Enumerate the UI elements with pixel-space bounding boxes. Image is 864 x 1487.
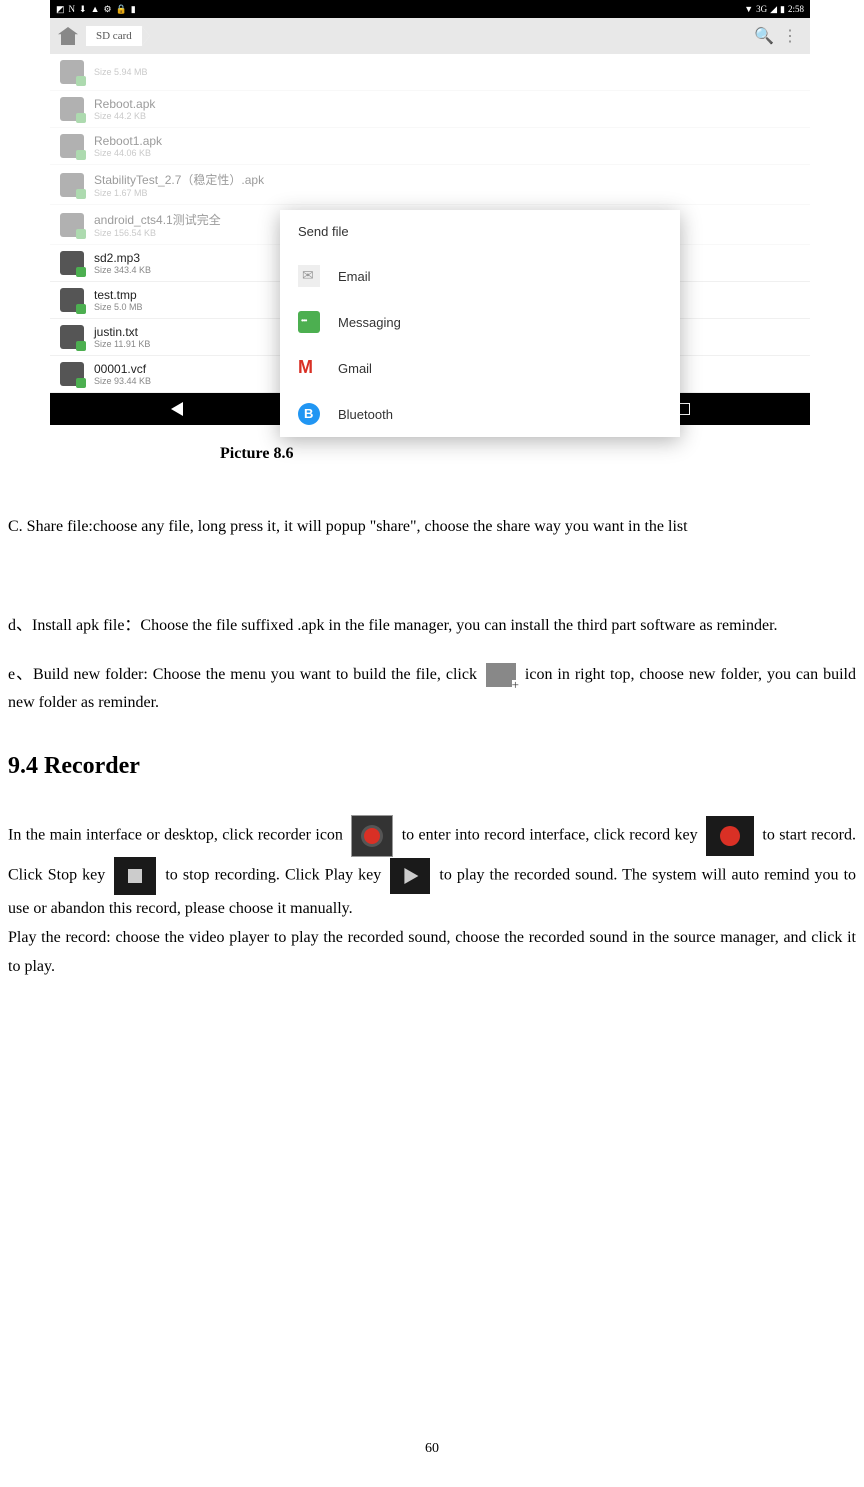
signal-icon: ◢	[770, 4, 777, 15]
paragraph-share-file: C. Share file:choose any file, long pres…	[8, 513, 856, 542]
folder-plus-icon	[486, 663, 516, 687]
file-icon	[60, 97, 84, 121]
app-toolbar: SD card 🔍 ⋮	[50, 18, 810, 54]
email-icon	[298, 265, 320, 287]
file-name: 00001.vcf	[94, 362, 151, 376]
file-size: Size 11.91 KB	[94, 339, 150, 349]
paragraph-install-apk: d、Install apk file：Choose the file suffi…	[8, 612, 856, 641]
status-icon: ⬇	[79, 4, 87, 15]
list-item[interactable]: Size 5.94 MB	[50, 54, 810, 91]
file-icon	[60, 288, 84, 312]
file-size: Size 44.2 KB	[94, 111, 155, 121]
status-icon: ▮	[131, 4, 136, 15]
share-option-bluetooth[interactable]: Bluetooth	[280, 391, 680, 437]
android-screenshot: ◩ N ⬇ ▲ ⚙ 🔒 ▮ ▼ 3G ◢ ▮ 2:58 SD card 🔍	[50, 0, 810, 425]
section-heading-recorder: 9.4 Recorder	[8, 753, 856, 780]
status-icon: ◩	[56, 4, 65, 15]
file-icon	[60, 251, 84, 275]
breadcrumb[interactable]: SD card	[86, 26, 150, 46]
status-bar: ◩ N ⬇ ▲ ⚙ 🔒 ▮ ▼ 3G ◢ ▮ 2:58	[50, 0, 810, 18]
wifi-icon: ▼	[744, 4, 753, 14]
status-icon: ⚙	[103, 4, 111, 15]
list-item[interactable]: Reboot.apk Size 44.2 KB	[50, 91, 810, 128]
option-label: Bluetooth	[338, 407, 393, 422]
clock: 2:58	[788, 4, 804, 14]
file-icon	[60, 60, 84, 84]
text-fragment: to stop recording. Click Play key	[165, 867, 386, 884]
paragraph-play-record: Play the record: choose the video player…	[8, 924, 856, 982]
figure-caption: Picture 8.6	[220, 445, 864, 463]
battery-icon: ▮	[780, 4, 785, 15]
status-icon: ▲	[91, 4, 100, 15]
back-button[interactable]	[171, 402, 183, 416]
file-size: Size 343.4 KB	[94, 265, 151, 275]
bluetooth-icon	[298, 403, 320, 425]
paragraph-build-folder: e、Build new folder: Choose the menu you …	[8, 661, 856, 719]
file-icon	[60, 325, 84, 349]
file-size: Size 5.0 MB	[94, 302, 143, 312]
paragraph-recorder-instructions: In the main interface or desktop, click …	[8, 815, 856, 924]
text-fragment: to enter into record interface, click re…	[402, 827, 702, 844]
file-size: Size 156.54 KB	[94, 228, 221, 238]
file-name: Reboot.apk	[94, 97, 155, 111]
share-option-email[interactable]: Email	[280, 253, 680, 299]
file-icon	[60, 213, 84, 237]
network-label: 3G	[756, 4, 767, 14]
file-icon	[60, 134, 84, 158]
file-name: Reboot1.apk	[94, 134, 162, 148]
recorder-app-icon	[351, 815, 393, 857]
file-name: sd2.mp3	[94, 251, 151, 265]
status-icon: N	[69, 4, 76, 15]
share-option-messaging[interactable]: Messaging	[280, 299, 680, 345]
file-icon	[60, 362, 84, 386]
gmail-icon	[298, 357, 320, 379]
file-size: Size 5.94 MB	[94, 67, 148, 77]
record-key-icon	[706, 816, 754, 856]
page-number: 60	[425, 1441, 439, 1457]
file-name: justin.txt	[94, 325, 150, 339]
home-icon[interactable]	[58, 27, 78, 45]
menu-icon[interactable]: ⋮	[782, 26, 802, 46]
file-icon	[60, 173, 84, 197]
list-item[interactable]: StabilityTest_2.7（稳定性）.apk Size 1.67 MB	[50, 165, 810, 205]
messaging-icon	[298, 311, 320, 333]
file-name: android_cts4.1测试完全	[94, 211, 221, 228]
status-icon: 🔒	[116, 4, 127, 15]
file-name: StabilityTest_2.7（稳定性）.apk	[94, 171, 264, 188]
text-fragment: In the main interface or desktop, click …	[8, 827, 347, 844]
file-size: Size 1.67 MB	[94, 188, 264, 198]
option-label: Gmail	[338, 361, 372, 376]
list-item[interactable]: Reboot1.apk Size 44.06 KB	[50, 128, 810, 165]
search-icon[interactable]: 🔍	[754, 26, 774, 46]
option-label: Messaging	[338, 315, 401, 330]
file-size: Size 93.44 KB	[94, 376, 151, 386]
file-name: test.tmp	[94, 288, 143, 302]
file-size: Size 44.06 KB	[94, 148, 162, 158]
option-label: Email	[338, 269, 371, 284]
send-file-dialog: Send file Email Messaging Gmail Bluetoot…	[280, 210, 680, 437]
text-fragment: e、Build new folder: Choose the menu you …	[8, 666, 482, 683]
stop-key-icon	[114, 857, 156, 895]
share-option-gmail[interactable]: Gmail	[280, 345, 680, 391]
dialog-title: Send file	[280, 210, 680, 253]
play-key-icon	[390, 858, 430, 894]
